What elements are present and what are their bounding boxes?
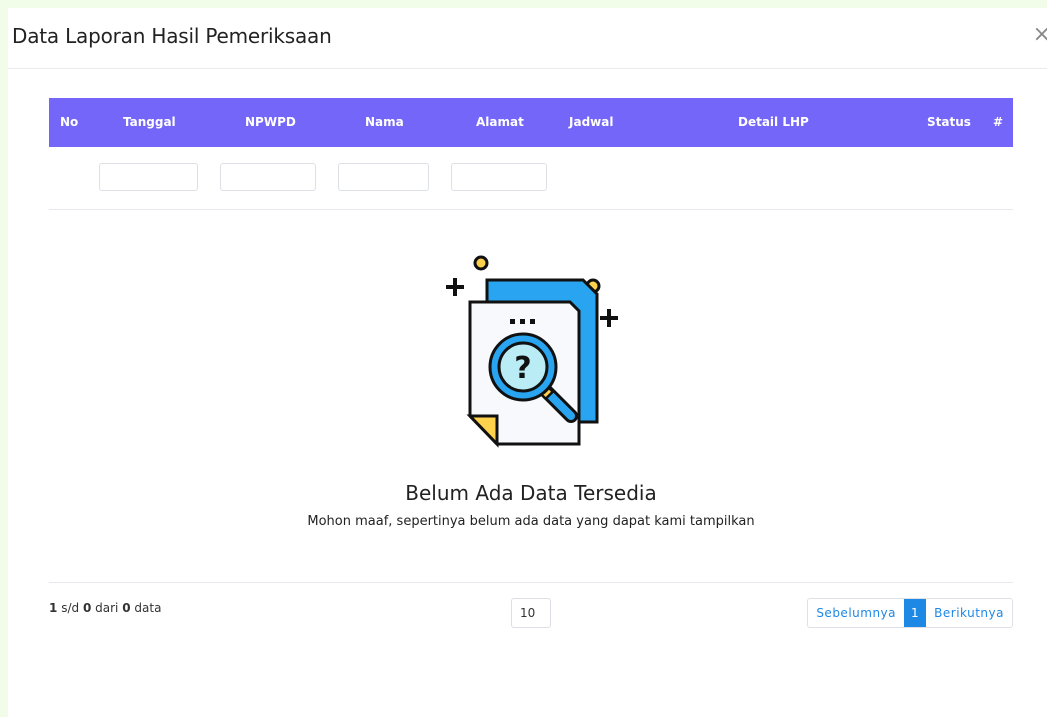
empty-state: ? Belum Ada Data Tersedia Mohon maaf, se… <box>49 210 1013 583</box>
prev-page-button[interactable]: Sebelumnya <box>808 599 904 627</box>
range-from: 1 <box>49 601 58 615</box>
filter-nama-input[interactable] <box>338 163 429 191</box>
document-search-icon: ? <box>446 255 618 448</box>
svg-text:?: ? <box>514 351 531 386</box>
modal-title: Data Laporan Hasil Pemeriksaan <box>12 24 332 48</box>
lhp-table: No Tanggal NPWPD Nama Alamat Jadwal Deta… <box>49 98 1013 643</box>
range-data-word: data <box>134 601 162 615</box>
col-header-detail-lhp[interactable]: Detail LHP <box>738 115 809 129</box>
range-sep: s/d <box>61 601 80 615</box>
modal-dialog: Data Laporan Hasil Pemeriksaan × No Tang… <box>8 8 1047 717</box>
page-size-select[interactable]: 10 <box>511 598 551 628</box>
filter-npwpd-input[interactable] <box>220 163 316 191</box>
total-count: 0 <box>122 601 131 615</box>
pagination: Sebelumnya 1 Berikutnya <box>807 598 1013 628</box>
pagination-info: 1 s/d 0 dari 0 data <box>49 601 161 615</box>
col-header-nama[interactable]: Nama <box>365 115 404 129</box>
filter-tanggal-input[interactable] <box>99 163 198 191</box>
filter-row <box>49 147 1013 210</box>
col-header-jadwal[interactable]: Jadwal <box>569 115 613 129</box>
col-header-actions: # <box>993 115 1004 129</box>
table-header: No Tanggal NPWPD Nama Alamat Jadwal Deta… <box>49 98 1013 147</box>
range-dari: dari <box>95 601 119 615</box>
next-page-button[interactable]: Berikutnya <box>926 599 1012 627</box>
modal-header: Data Laporan Hasil Pemeriksaan × <box>8 8 1047 69</box>
col-header-tanggal[interactable]: Tanggal <box>123 115 176 129</box>
empty-state-title: Belum Ada Data Tersedia <box>405 481 657 505</box>
col-header-npwpd[interactable]: NPWPD <box>245 115 296 129</box>
col-header-status[interactable]: Status <box>927 115 971 129</box>
col-header-no[interactable]: No <box>60 115 78 129</box>
filter-alamat-input[interactable] <box>451 163 547 191</box>
table-footer: 1 s/d 0 dari 0 data 10 Sebelumnya 1 Beri… <box>49 583 1013 643</box>
empty-state-subtitle: Mohon maaf, sepertinya belum ada data ya… <box>307 514 755 529</box>
close-button[interactable]: × <box>1033 24 1047 46</box>
page-1-button[interactable]: 1 <box>904 599 927 627</box>
col-header-alamat[interactable]: Alamat <box>476 115 524 129</box>
range-to: 0 <box>82 601 92 615</box>
